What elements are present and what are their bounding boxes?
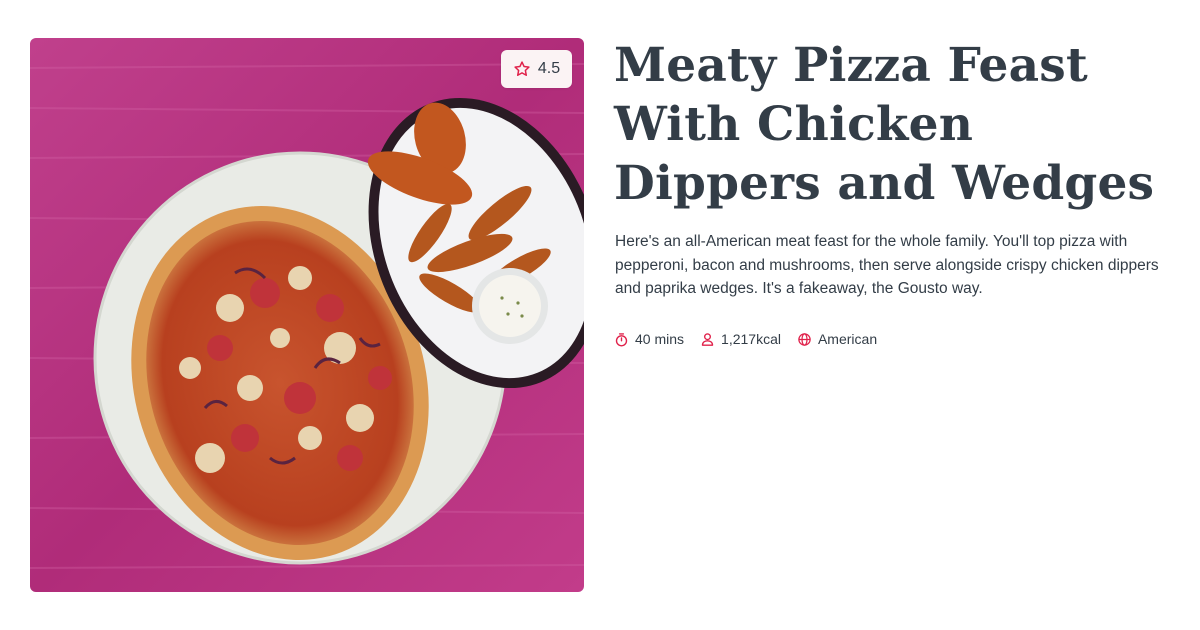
meta-calories-label: 1,217kcal [721,331,781,347]
meta-time-label: 40 mins [635,331,685,347]
meta-cuisine-label: American [817,331,878,347]
star-icon [514,61,530,76]
recipe-meta: 40 mins 1,217kcal American [614,331,893,347]
person-icon [701,332,714,346]
meta-time: 40 mins [614,331,684,347]
globe-icon [798,332,811,346]
rating-value: 4.5 [537,60,561,77]
stopwatch-icon [615,332,628,346]
meta-calories: 1,217kcal [700,331,781,347]
meta-cuisine: American [797,331,877,347]
recipe-description: Here's an all-American meat feast for th… [615,233,1159,297]
recipe-title: Meaty Pizza Feast With Chicken Dippers a… [614,38,1155,211]
pizza-photo [30,38,584,592]
rating-badge: 4.5 [501,50,572,88]
recipe-hero-image [30,38,584,592]
